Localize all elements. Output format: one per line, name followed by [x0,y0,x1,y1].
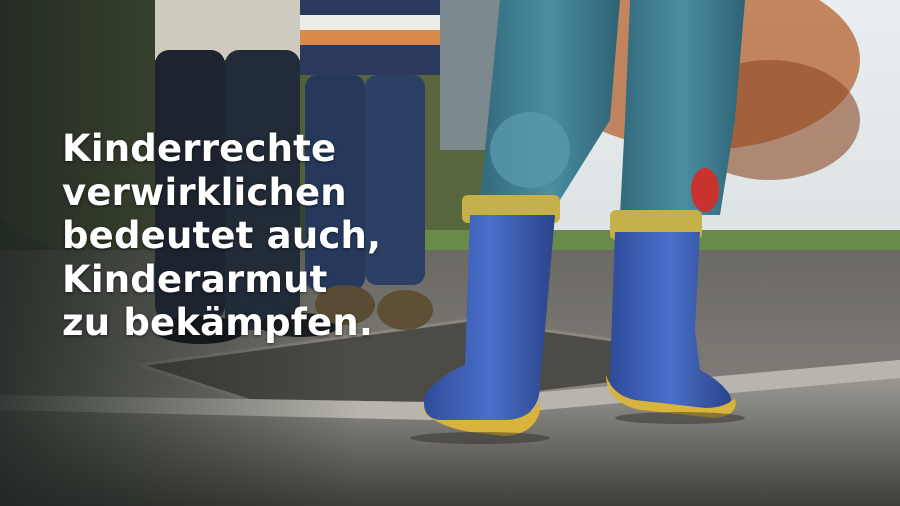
headline-line-4: Kinderarmut [62,257,328,301]
boot-shadow [615,412,745,424]
red-tag [691,168,719,212]
child-sweater-stripe [300,0,440,15]
headline-line-3: bedeutet auch, [62,214,382,257]
child-sweater-stripe [300,15,440,30]
headline-line-5: zu bekämpfen. [62,301,374,344]
knee-patch [490,112,570,188]
child-sweater-stripe [300,30,440,45]
headline-line-1: Kinderrechte [62,127,337,170]
photo-scene: Kinderrechte verwirklichen bedeutet auch… [0,0,900,506]
headline: Kinderrechte verwirklichen bedeutet auch… [62,127,482,345]
headline-line-2: verwirklichen [62,170,347,214]
boot-shadow [410,432,550,444]
child-sweater-stripe [300,45,440,75]
